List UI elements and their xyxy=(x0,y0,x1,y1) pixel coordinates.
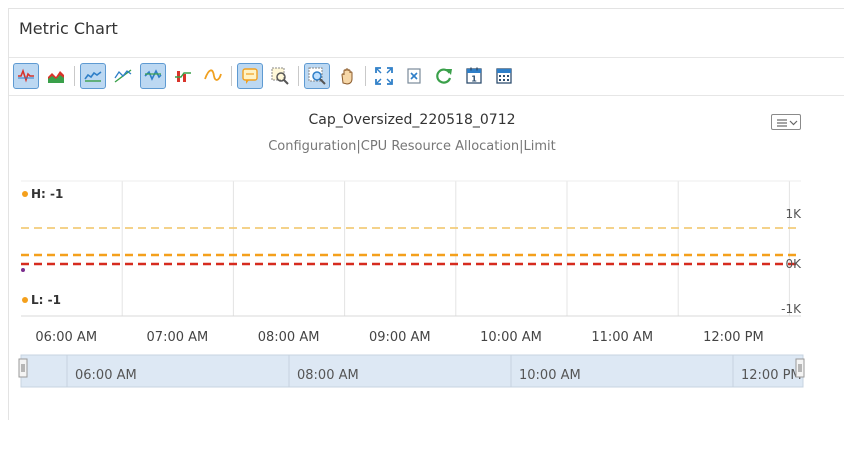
chart-title: Cap_Oversized_220518_0712 xyxy=(308,112,516,128)
scatter-trend-icon xyxy=(114,69,132,83)
panel-title: Metric Chart xyxy=(19,19,118,38)
range-navigator xyxy=(20,354,804,388)
refresh-button[interactable] xyxy=(431,63,457,89)
scatter-trend-button[interactable] xyxy=(110,63,136,89)
low-marker-dot xyxy=(22,297,28,303)
x-tick-label: 07:00 AM xyxy=(147,330,209,345)
chart-toolbar: 1 xyxy=(13,61,521,91)
toolbar-separator xyxy=(298,66,299,86)
low-value-label: L: -1 xyxy=(31,293,61,307)
navigator-left-handle[interactable] xyxy=(18,358,28,378)
x-tick-label: 08:00 AM xyxy=(258,330,320,345)
x-tick-label: 12:00 PM xyxy=(703,330,764,345)
high-value-label: H: -1 xyxy=(31,187,63,201)
smooth-curve-button[interactable] xyxy=(200,63,226,89)
x-tick-label: 06:00 AM xyxy=(35,330,97,345)
zoom-area-icon xyxy=(271,67,289,85)
x-tick-label: 10:00 AM xyxy=(480,330,542,345)
zoom-select-button[interactable] xyxy=(304,63,330,89)
remove-chart-button[interactable] xyxy=(401,63,427,89)
fit-all-icon xyxy=(375,67,393,85)
chart-subtitle: Configuration|CPU Resource Allocation|Li… xyxy=(268,139,556,154)
annotation-button[interactable] xyxy=(237,63,263,89)
toolbar-separator xyxy=(365,66,366,86)
metric-chart-panel: Metric Chart 1 Cap_Oversized_220518_0712… xyxy=(8,8,844,420)
remove-chart-icon xyxy=(407,68,421,84)
navigator-right-handle[interactable] xyxy=(795,358,805,378)
y-tick-label: 1K xyxy=(785,207,802,221)
plot-area xyxy=(21,181,801,316)
line-chart-button[interactable] xyxy=(13,63,39,89)
chart-options-menu-icon[interactable] xyxy=(771,114,801,130)
area-chart-icon xyxy=(48,71,64,83)
line-chart-icon xyxy=(18,68,34,83)
svg-text:1: 1 xyxy=(471,75,477,84)
title-divider xyxy=(9,57,844,58)
navigator-label: 08:00 AM xyxy=(297,368,359,383)
zoom-area-button[interactable] xyxy=(267,63,293,89)
pan-hand-button[interactable] xyxy=(334,63,360,89)
trend-line-button[interactable] xyxy=(80,63,106,89)
pan-hand-icon xyxy=(341,68,353,85)
toolbar-separator xyxy=(74,66,75,86)
navigator-label: 10:00 AM xyxy=(519,368,581,383)
navigator-label: 12:00 PM xyxy=(741,368,802,383)
navigator-label: 06:00 AM xyxy=(75,368,137,383)
area-chart-button[interactable] xyxy=(43,63,69,89)
calendar-day-icon: 1 xyxy=(466,67,482,84)
x-tick-label: 11:00 AM xyxy=(591,330,653,345)
dynamic-threshold-icon xyxy=(144,69,162,81)
annotation-icon xyxy=(242,68,258,84)
high-marker-dot xyxy=(22,191,28,197)
toolbar-separator xyxy=(231,66,232,86)
fit-all-button[interactable] xyxy=(371,63,397,89)
refresh-icon xyxy=(436,68,452,84)
calendar-range-button[interactable] xyxy=(491,63,517,89)
alert-marker-icon xyxy=(175,71,191,82)
calendar-day-button[interactable]: 1 xyxy=(461,63,487,89)
toolbar-divider xyxy=(9,95,844,96)
zoom-select-icon xyxy=(308,67,326,85)
y-tick-label: 0K xyxy=(785,257,802,271)
trend-line-icon xyxy=(84,71,102,82)
alert-marker-button[interactable] xyxy=(170,63,196,89)
dynamic-threshold-button[interactable] xyxy=(140,63,166,89)
metric-chart-plot[interactable]: 1K 0K -1K H: -1 L: -1 06:00 AM 07:00 AM 08:00 A… xyxy=(9,169,844,469)
smooth-curve-icon xyxy=(204,69,222,81)
calendar-range-icon xyxy=(496,68,512,84)
data-point xyxy=(21,268,25,273)
x-tick-label: 09:00 AM xyxy=(369,330,431,345)
y-tick-label: -1K xyxy=(781,302,802,316)
